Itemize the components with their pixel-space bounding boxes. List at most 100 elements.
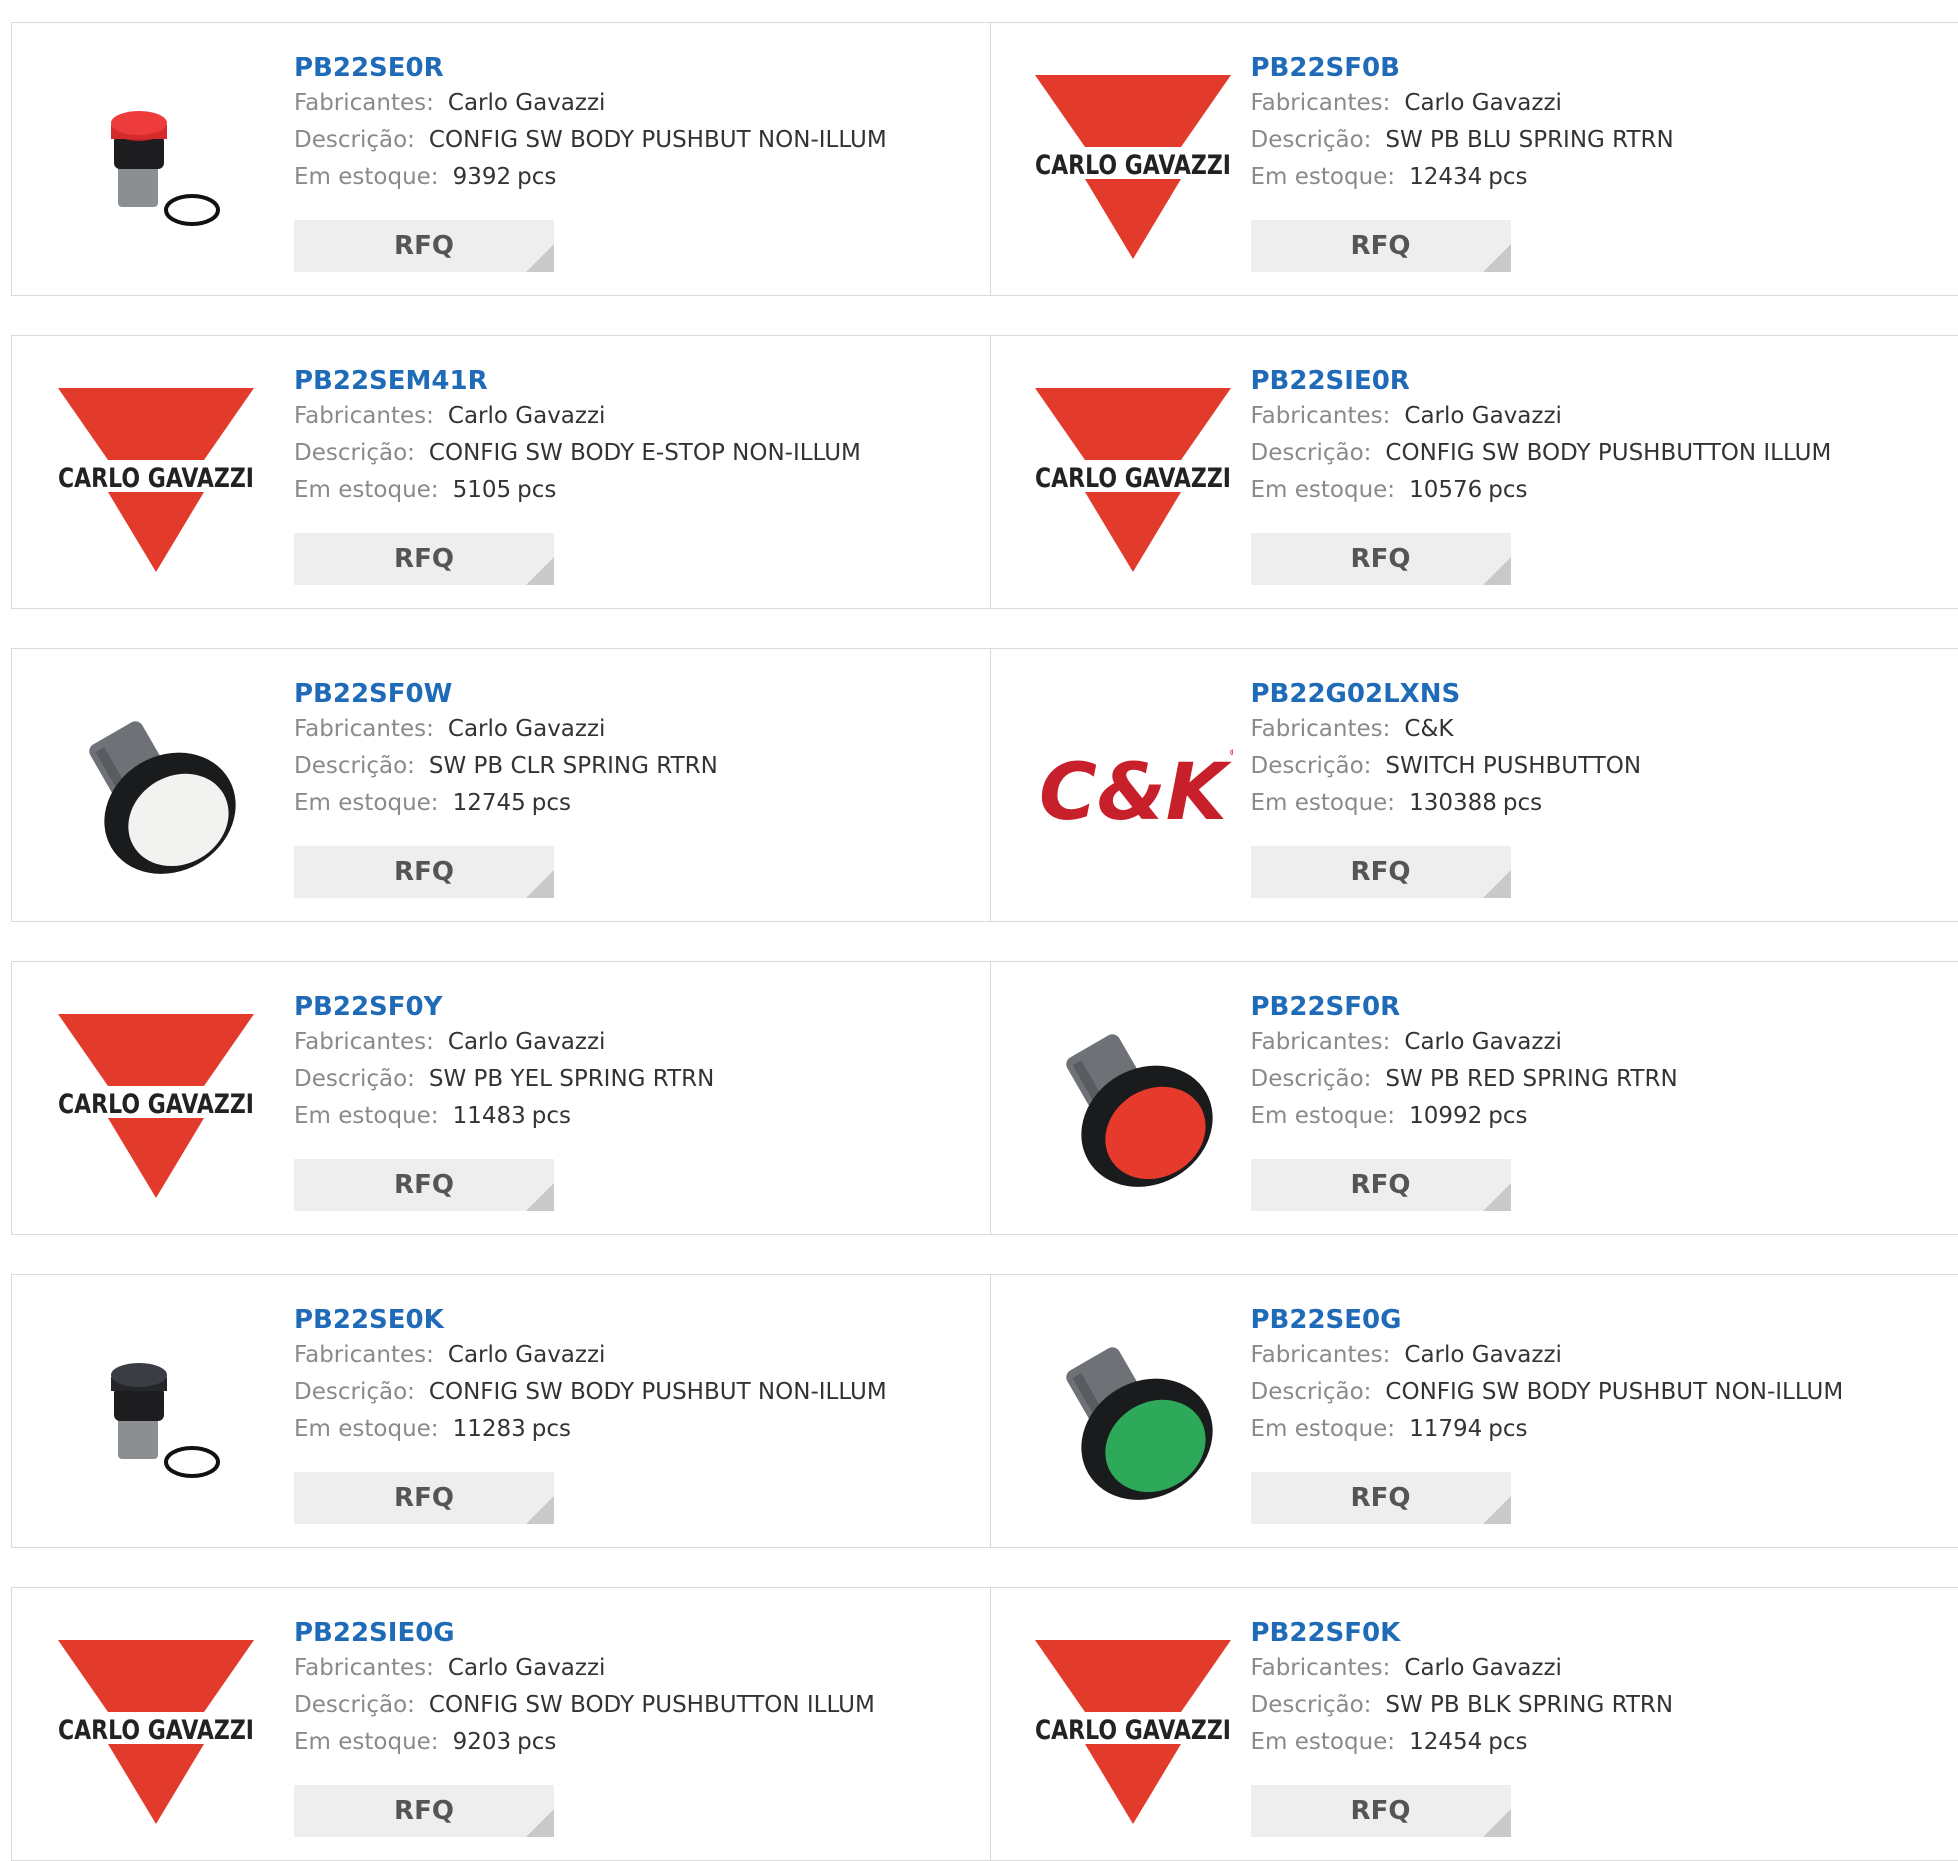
stock-unit: pcs	[532, 790, 571, 816]
rfq-button[interactable]: RFQ	[294, 533, 554, 585]
corner-fold-icon	[1483, 1809, 1511, 1837]
description-label: Descrição:	[1251, 753, 1372, 779]
stock-label: Em estoque:	[1251, 477, 1396, 503]
part-number-link[interactable]: PB22SF0W	[294, 677, 452, 711]
part-number-link[interactable]: PB22SE0K	[294, 1303, 444, 1337]
product-info: PB22SE0RFabricantes:Carlo GavazziDescriç…	[294, 51, 954, 196]
rfq-button[interactable]: RFQ	[1251, 1472, 1511, 1524]
pushbutton-green-icon[interactable]	[1033, 1315, 1233, 1515]
manufacturer-label: Fabricantes:	[294, 90, 434, 116]
stock-unit: pcs	[532, 1103, 571, 1129]
part-number-link[interactable]: PB22G02LXNS	[1251, 677, 1461, 711]
rfq-button[interactable]: RFQ	[294, 1785, 554, 1837]
description-value: SW PB YEL SPRING RTRN	[429, 1066, 714, 1092]
product-card: CARLO GAVAZZI PB22SEM41RFabricantes:Carlo…	[12, 336, 990, 608]
corner-fold-icon	[526, 870, 554, 898]
part-number-link[interactable]: PB22SE0G	[1251, 1303, 1402, 1337]
corner-fold-icon	[526, 1496, 554, 1524]
pushbutton-red-small-icon[interactable]	[56, 63, 256, 263]
part-number-link[interactable]: PB22SF0B	[1251, 51, 1400, 85]
rfq-button[interactable]: RFQ	[1251, 1159, 1511, 1211]
carlo-gavazzi-logo[interactable]: CARLO GAVAZZI	[56, 1002, 256, 1202]
stock-label: Em estoque:	[294, 790, 439, 816]
manufacturer-line: Fabricantes:Carlo Gavazzi	[294, 398, 954, 435]
carlo-gavazzi-logo[interactable]: CARLO GAVAZZI	[1033, 1628, 1233, 1828]
stock-label: Em estoque:	[1251, 1103, 1396, 1129]
stock-value: 12434	[1409, 164, 1482, 190]
rfq-button[interactable]: RFQ	[294, 220, 554, 272]
stock-unit: pcs	[532, 1416, 571, 1442]
pushbutton-black-small-icon[interactable]	[56, 1315, 256, 1515]
part-number-link[interactable]: PB22SF0Y	[294, 990, 442, 1024]
part-number-link[interactable]: PB22SF0R	[1251, 990, 1401, 1024]
description-label: Descrição:	[294, 1692, 415, 1718]
rfq-button[interactable]: RFQ	[294, 846, 554, 898]
product-card: C&K®PB22G02LXNSFabricantes:C&KDescrição:…	[990, 649, 1958, 921]
description-value: CONFIG SW BODY PUSHBUTTON ILLUM	[429, 1692, 875, 1718]
carlo-gavazzi-logo[interactable]: CARLO GAVAZZI	[56, 376, 256, 576]
carlo-gavazzi-logo[interactable]: CARLO GAVAZZI	[1033, 376, 1233, 576]
pushbutton-red-icon[interactable]	[1033, 1002, 1233, 1202]
rfq-label: RFQ	[1351, 1170, 1411, 1200]
product-card: PB22SF0RFabricantes:Carlo GavazziDescriç…	[990, 962, 1958, 1234]
description-label: Descrição:	[1251, 1379, 1372, 1405]
rfq-button[interactable]: RFQ	[294, 1472, 554, 1524]
stock-value: 5105	[453, 477, 512, 503]
manufacturer-line: Fabricantes:Carlo Gavazzi	[1251, 1337, 1911, 1374]
stock-line: Em estoque:9203pcs	[294, 1724, 954, 1761]
rfq-button[interactable]: RFQ	[1251, 846, 1511, 898]
part-number-link[interactable]: PB22SEM41R	[294, 364, 488, 398]
manufacturer-label: Fabricantes:	[1251, 1655, 1391, 1681]
carlo-gavazzi-logo[interactable]: CARLO GAVAZZI	[56, 1628, 256, 1828]
rfq-label: RFQ	[1351, 1796, 1411, 1826]
part-number-link[interactable]: PB22SF0K	[1251, 1616, 1401, 1650]
rfq-button[interactable]: RFQ	[1251, 533, 1511, 585]
description-line: Descrição: SWITCH PUSHBUTTON	[1251, 748, 1911, 785]
rfq-button[interactable]: RFQ	[1251, 1785, 1511, 1837]
stock-value: 12745	[453, 790, 526, 816]
manufacturer-label: Fabricantes:	[294, 1342, 434, 1368]
description-value: SW PB BLK SPRING RTRN	[1385, 1692, 1673, 1718]
part-number-link[interactable]: PB22SIE0R	[1251, 364, 1410, 398]
manufacturer-value: Carlo Gavazzi	[448, 716, 606, 742]
description-value: CONFIG SW BODY E-STOP NON-ILLUM	[429, 440, 861, 466]
stock-value: 130388	[1409, 790, 1497, 816]
product-card: PB22SE0GFabricantes:Carlo Gavazzi Descriç…	[990, 1275, 1958, 1547]
description-value: SWITCH PUSHBUTTON	[1385, 753, 1641, 779]
manufacturer-value: Carlo Gavazzi	[1404, 403, 1562, 429]
stock-value: 11794	[1409, 1416, 1482, 1442]
rfq-button[interactable]: RFQ	[1251, 220, 1511, 272]
manufacturer-value: Carlo Gavazzi	[1404, 90, 1562, 116]
stock-line: Em estoque:11794pcs	[1251, 1411, 1911, 1448]
product-card: PB22SE0KFabricantes:Carlo GavazziDescriç…	[12, 1275, 990, 1547]
description-value: SW PB CLR SPRING RTRN	[429, 753, 718, 779]
corner-fold-icon	[526, 1809, 554, 1837]
stock-unit: pcs	[1488, 1103, 1527, 1129]
product-row: PB22SF0WFabricantes:Carlo GavazziDescriç…	[11, 648, 1958, 922]
manufacturer-value: C&K	[1404, 716, 1453, 742]
ck-logo[interactable]: C&K®	[1033, 689, 1233, 889]
rfq-label: RFQ	[1351, 231, 1411, 261]
manufacturer-value: Carlo Gavazzi	[448, 90, 606, 116]
stock-line: Em estoque: 12745pcs	[294, 785, 954, 822]
stock-line: Em estoque:5105pcs	[294, 472, 954, 509]
product-info: PB22SE0GFabricantes:Carlo Gavazzi Descriç…	[1251, 1303, 1911, 1448]
corner-fold-icon	[1483, 870, 1511, 898]
carlo-gavazzi-logo[interactable]: CARLO GAVAZZI	[1033, 63, 1233, 263]
pushbutton-white-icon[interactable]	[56, 689, 256, 889]
product-card: PB22SE0RFabricantes:Carlo GavazziDescriç…	[12, 23, 990, 295]
part-number-link[interactable]: PB22SE0R	[294, 51, 444, 85]
stock-label: Em estoque:	[1251, 1729, 1396, 1755]
corner-fold-icon	[1483, 244, 1511, 272]
manufacturer-value: Carlo Gavazzi	[448, 1029, 606, 1055]
product-info: PB22SF0WFabricantes:Carlo GavazziDescriç…	[294, 677, 954, 822]
part-number-link[interactable]: PB22SIE0G	[294, 1616, 455, 1650]
stock-value: 12454	[1409, 1729, 1482, 1755]
manufacturer-label: Fabricantes:	[1251, 403, 1391, 429]
product-info: PB22SE0KFabricantes:Carlo GavazziDescriç…	[294, 1303, 954, 1448]
product-info: PB22SIE0RFabricantes:Carlo GavazziDescri…	[1251, 364, 1911, 509]
rfq-button[interactable]: RFQ	[294, 1159, 554, 1211]
stock-label: Em estoque:	[294, 1103, 439, 1129]
corner-fold-icon	[526, 244, 554, 272]
description-line: Descrição:CONFIG SW BODY E-STOP NON-ILLU…	[294, 435, 954, 472]
